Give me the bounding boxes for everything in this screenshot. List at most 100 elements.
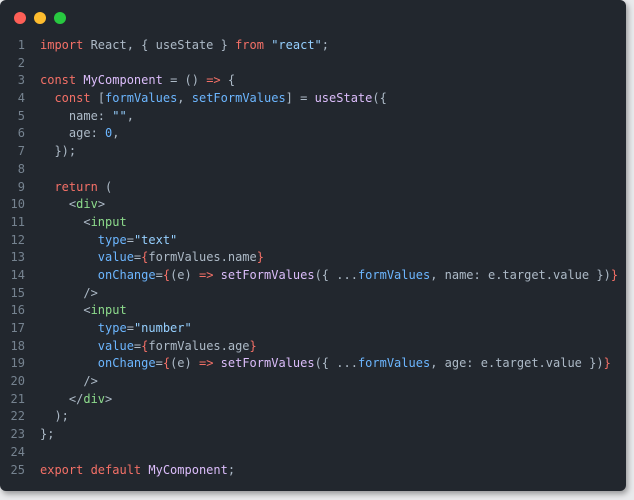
code-token: < — [40, 303, 91, 318]
code-token: from — [235, 38, 272, 52]
code-text: </div> — [40, 391, 112, 409]
code-line: 1 import React, { useState } from "react"… — [0, 37, 626, 55]
line-number: 4 — [17, 91, 25, 106]
code-token: "" — [112, 108, 127, 123]
code-text: const [formValues, setFormValues] = useS… — [40, 90, 386, 108]
code-line: 5 name: "", — [0, 108, 626, 126]
code-window: 1 import React, { useState } from "react"… — [0, 0, 626, 491]
line-number: 8 — [17, 161, 25, 176]
code-line: 13 value={formValues.name} — [0, 249, 626, 267]
code-text: onChange={(e) => setFormValues({ ...form… — [40, 355, 611, 373]
line-number: 10 — [10, 197, 25, 212]
line-number: 3 — [17, 73, 25, 88]
code-token: input — [90, 214, 127, 229]
code-line: 22 ); — [0, 408, 626, 426]
line-number: 5 — [17, 108, 25, 123]
code-token: const — [54, 91, 98, 106]
code-token: (e) — [170, 267, 199, 282]
code-token: = — [155, 356, 163, 371]
code-text: name: "", — [40, 108, 134, 126]
close-window-button[interactable] — [14, 12, 26, 24]
code-text: value={formValues.age} — [40, 338, 257, 356]
line-number: 7 — [17, 144, 25, 159]
line-number: 25 — [10, 462, 25, 477]
code-token: => — [206, 73, 221, 88]
code-token: return — [54, 179, 98, 194]
code-token: , — [112, 126, 120, 141]
code-line: 17 type="number" — [0, 320, 626, 338]
code-token: { — [162, 267, 171, 282]
line-number: 9 — [17, 179, 25, 194]
code-token: "text" — [133, 232, 178, 247]
code-token: ( — [97, 179, 113, 194]
code-token: (e) — [170, 356, 199, 371]
minimize-window-button[interactable] — [34, 12, 46, 24]
code-line: 3 const MyComponent = () => { — [0, 72, 626, 90]
line-number: 2 — [17, 55, 25, 70]
code-token: value — [97, 250, 134, 265]
line-number: 15 — [10, 285, 25, 300]
code-token: import — [40, 38, 91, 52]
code-token: = — [126, 321, 134, 335]
code-text: type="number" — [40, 320, 192, 338]
code-line: 18 value={formValues.age} — [0, 338, 626, 356]
code-token: default — [90, 462, 149, 477]
code-line: 19 onChange={(e) => setFormValues({ ...f… — [0, 355, 626, 373]
code-line: 11 <input — [0, 214, 626, 232]
code-token: [ — [97, 91, 106, 106]
code-text: const MyComponent = () => { — [40, 72, 235, 90]
code-token: div — [83, 391, 106, 406]
code-token: < — [40, 214, 91, 229]
code-text: <input — [40, 302, 126, 320]
code-text: }); — [40, 143, 76, 161]
code-editor[interactable]: 1 import React, { useState } from "react"… — [0, 37, 626, 479]
code-text: value={formValues.name} — [40, 249, 264, 267]
line-number: 14 — [10, 267, 25, 282]
code-line: 20 /> — [0, 373, 626, 391]
code-line: 9 return ( — [0, 179, 626, 197]
code-line: 15 /> — [0, 285, 626, 303]
code-text: }; — [40, 426, 54, 444]
code-token: onChange — [97, 356, 156, 371]
code-token: ; — [227, 462, 236, 477]
code-token: ] = — [285, 91, 315, 106]
code-line: 14 onChange={(e) => setFormValues({ ...f… — [0, 267, 626, 285]
code-token: useState — [314, 91, 373, 106]
line-number: 22 — [10, 409, 25, 424]
code-text: <input — [40, 214, 127, 232]
line-number: 18 — [10, 338, 25, 353]
code-token: ); — [40, 409, 69, 424]
line-number: 23 — [10, 427, 25, 442]
line-number: 16 — [10, 303, 25, 318]
code-text: /> — [40, 285, 98, 303]
code-token: "react" — [271, 38, 322, 52]
code-token: /> — [40, 374, 98, 389]
code-token: /> — [40, 285, 98, 300]
code-token: React, { useState } — [90, 38, 236, 52]
code-line: 25 export default MyComponent; — [0, 462, 626, 480]
code-token: value — [97, 338, 134, 353]
code-token: }); — [40, 144, 77, 159]
code-token: < — [40, 197, 77, 212]
code-text: return ( — [40, 179, 112, 197]
code-token: formValues.age — [148, 338, 250, 353]
code-token: MyComponent — [83, 73, 163, 88]
code-token: export — [40, 462, 91, 477]
code-line: 23}; — [0, 426, 626, 444]
code-line: 16 <input — [0, 302, 626, 320]
code-token: formValues.name — [148, 250, 257, 265]
code-token: type — [97, 321, 127, 335]
line-number: 17 — [10, 321, 25, 335]
code-token: , — [177, 91, 192, 106]
line-number: 6 — [17, 126, 25, 141]
code-token: , age: e.target.value }) — [430, 356, 604, 371]
code-token: } — [249, 338, 257, 353]
code-line: 12 type="text" — [0, 232, 626, 250]
maximize-window-button[interactable] — [54, 12, 66, 24]
